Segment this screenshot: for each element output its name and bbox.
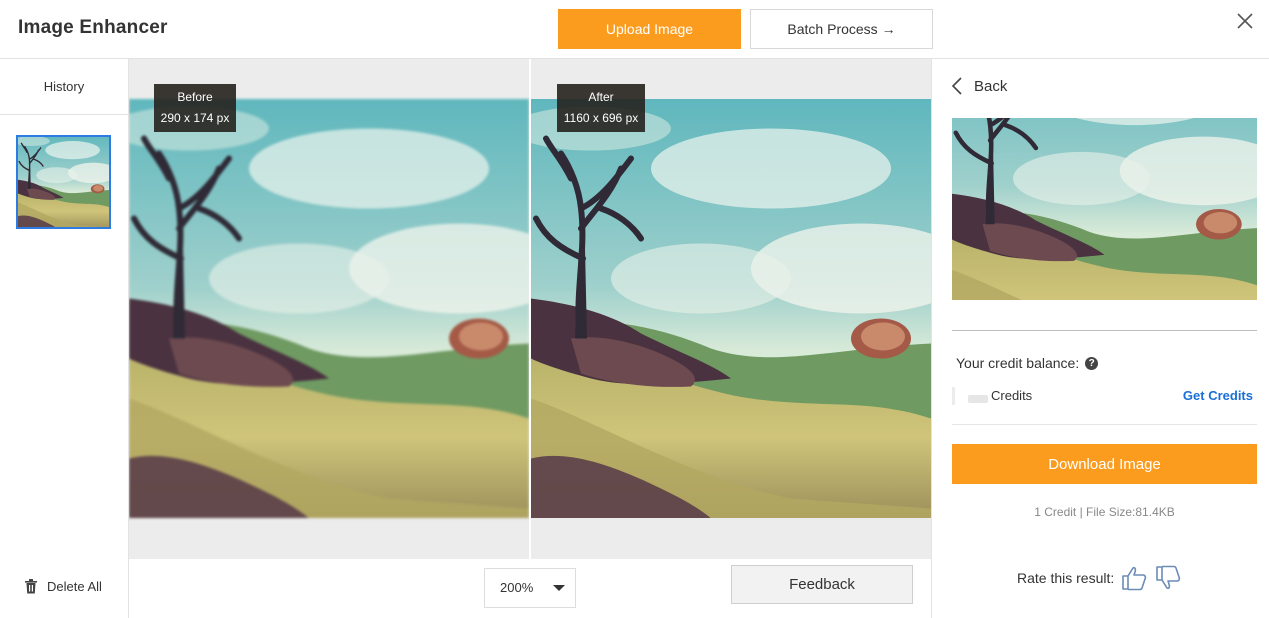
after-title: After [588,90,614,104]
result-preview [952,118,1257,300]
credits-count-placeholder [968,395,988,403]
before-image [129,99,529,518]
compare-viewer[interactable]: Before 290 x 174 px After 1160 x 696 px [129,59,931,559]
after-label: After 1160 x 696 px [557,84,645,132]
trash-icon [25,579,37,594]
delete-all-label: Delete All [47,579,102,594]
feedback-button[interactable]: Feedback [731,565,913,604]
before-label: Before 290 x 174 px [154,84,236,132]
history-item-thumbnail[interactable] [16,135,111,229]
history-sidebar: History Delete All [0,59,129,618]
chevron-down-icon [553,585,565,591]
result-preview-image [952,118,1257,300]
rate-result: Rate this result: [1017,564,1182,592]
credit-balance-label: Your credit balance: [956,355,1080,371]
rate-label: Rate this result: [1017,570,1115,586]
zoom-select[interactable]: 200% [484,568,576,608]
credits-label: Credits [991,388,1033,403]
header: Image Enhancer Upload Image Batch Proces… [0,0,1269,59]
image-enhancer-app: Image Enhancer Upload Image Batch Proces… [0,0,1269,618]
credits-indicator [952,387,955,405]
close-icon[interactable] [1235,11,1255,31]
history-thumbnail-image [18,137,109,227]
result-panel: Back Your credit balance: ? Credits Get … [931,59,1269,618]
history-title: History [0,59,128,115]
thumbs-down-icon[interactable] [1154,564,1182,592]
after-pane: After 1160 x 696 px [531,59,931,559]
back-label: Back [974,77,1008,95]
before-title: Before [177,90,213,104]
upload-image-button[interactable]: Upload Image [558,9,741,49]
zoom-value: 200% [500,580,534,595]
file-info: 1 Credit | File Size:81.4KB [1034,505,1175,519]
after-image [531,99,931,518]
credits-row: Credits Get Credits [952,387,1257,409]
thumbs-up-icon[interactable] [1120,564,1148,592]
delete-all-button[interactable]: Delete All [24,579,102,594]
chevron-left-icon [952,77,962,95]
help-icon[interactable]: ? [1085,356,1099,370]
back-button[interactable]: Back [952,77,1007,95]
after-dimensions: 1160 x 696 px [563,111,639,125]
download-image-button[interactable]: Download Image [952,444,1257,484]
before-pane: Before 290 x 174 px [129,59,529,559]
batch-process-button[interactable]: Batch Process → [750,9,933,49]
get-credits-link[interactable]: Get Credits [1183,388,1253,403]
app-title: Image Enhancer [18,17,168,38]
before-dimensions: 290 x 174 px [160,111,230,125]
divider [952,424,1257,425]
bottom-toolbar: 200% Feedback [129,559,931,618]
divider [952,330,1257,331]
credit-balance: Your credit balance: ? [956,355,1099,371]
